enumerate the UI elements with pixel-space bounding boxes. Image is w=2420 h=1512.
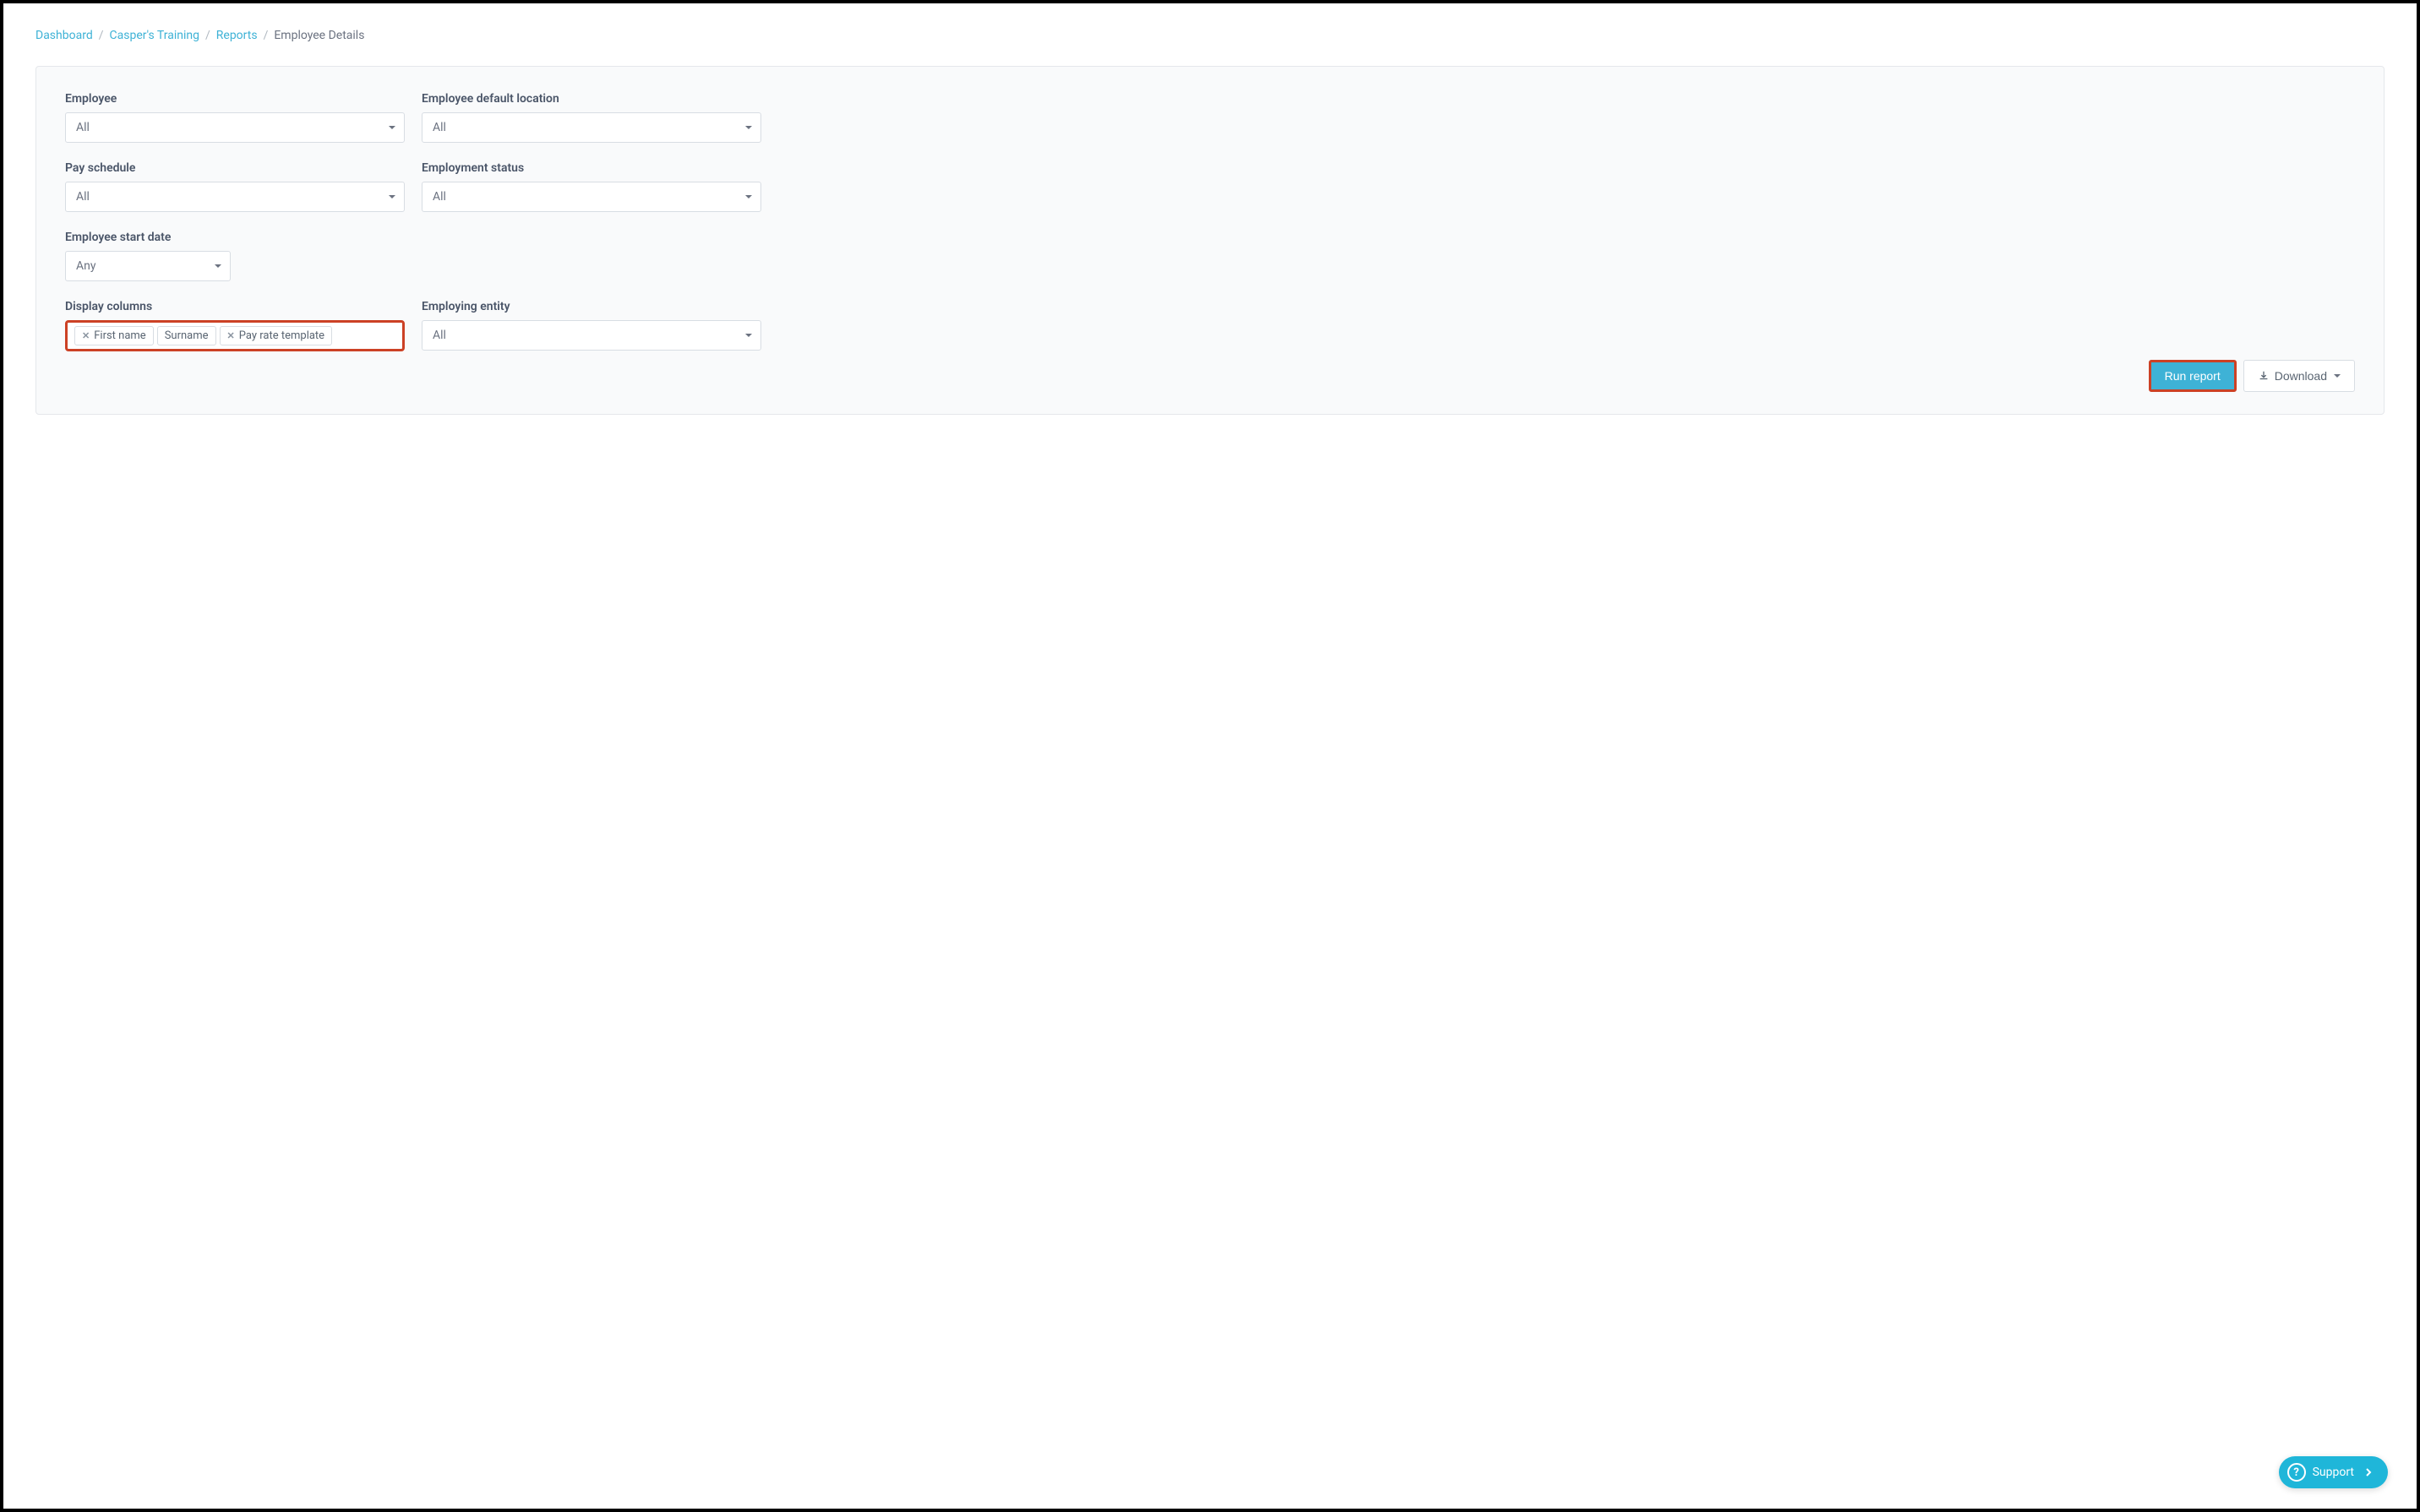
chevron-down-icon <box>389 126 395 129</box>
breadcrumb-reports[interactable]: Reports <box>216 29 258 42</box>
tag-pay-rate-template: ✕ Pay rate template <box>220 326 333 345</box>
filter-employment-status: Employment status All <box>422 161 761 212</box>
default-location-select-value: All <box>433 121 446 134</box>
remove-icon[interactable]: ✕ <box>82 330 90 341</box>
pay-schedule-select[interactable]: All <box>65 182 405 212</box>
breadcrumb-separator: / <box>264 29 269 42</box>
support-label: Support <box>2313 1466 2354 1479</box>
filter-default-location: Employee default location All <box>422 92 761 143</box>
employment-status-select-value: All <box>433 190 446 204</box>
display-columns-label: Display columns <box>65 300 405 313</box>
filter-panel: Employee All Employee default location A… <box>35 66 2385 415</box>
chevron-down-icon <box>745 334 752 337</box>
breadcrumb-caspers-training[interactable]: Casper's Training <box>110 29 199 42</box>
download-icon <box>2258 370 2270 382</box>
display-columns-multiselect[interactable]: ✕ First name Surname ✕ Pay rate template <box>65 320 405 351</box>
filter-row-3: Employee start date Any <box>65 231 2355 281</box>
breadcrumb-separator: / <box>205 29 210 42</box>
support-widget[interactable]: ? Support <box>2279 1456 2388 1488</box>
chevron-down-icon <box>745 195 752 199</box>
tag-surname: Surname <box>157 326 216 345</box>
tag-label: Pay rate template <box>239 329 324 342</box>
filter-employee: Employee All <box>65 92 405 143</box>
breadcrumb: Dashboard / Casper's Training / Reports … <box>35 29 2385 42</box>
filter-row-1: Employee All Employee default location A… <box>65 92 2355 143</box>
employing-entity-label: Employing entity <box>422 300 761 313</box>
start-date-select[interactable]: Any <box>65 251 231 281</box>
filter-employing-entity: Employing entity All <box>422 300 761 351</box>
help-icon: ? <box>2287 1463 2306 1482</box>
employment-status-select[interactable]: All <box>422 182 761 212</box>
action-button-row: Run report Download <box>65 360 2355 392</box>
employing-entity-select-value: All <box>433 329 446 342</box>
breadcrumb-current: Employee Details <box>274 29 364 42</box>
pay-schedule-select-value: All <box>76 190 90 204</box>
employee-select-value: All <box>76 121 90 134</box>
filter-display-columns: Display columns ✕ First name Surname ✕ P… <box>65 300 405 351</box>
filter-row-4: Display columns ✕ First name Surname ✕ P… <box>65 300 2355 351</box>
start-date-select-value: Any <box>76 259 96 273</box>
breadcrumb-separator: / <box>99 29 104 42</box>
employee-label: Employee <box>65 92 405 106</box>
filter-start-date: Employee start date Any <box>65 231 231 281</box>
chevron-down-icon <box>389 195 395 199</box>
tag-label: First name <box>94 329 145 342</box>
tag-first-name: ✕ First name <box>74 326 154 345</box>
chevron-down-icon <box>745 126 752 129</box>
start-date-label: Employee start date <box>65 231 231 244</box>
page-container: Dashboard / Casper's Training / Reports … <box>3 3 2417 440</box>
download-button-label: Download <box>2275 369 2327 383</box>
run-report-button[interactable]: Run report <box>2149 360 2237 392</box>
employee-select[interactable]: All <box>65 112 405 143</box>
filter-row-2: Pay schedule All Employment status All <box>65 161 2355 212</box>
filter-pay-schedule: Pay schedule All <box>65 161 405 212</box>
chevron-down-icon <box>215 264 221 268</box>
chevron-down-icon <box>2334 374 2341 378</box>
default-location-label: Employee default location <box>422 92 761 106</box>
chevron-right-icon <box>2361 1465 2376 1480</box>
tag-label: Surname <box>165 329 209 342</box>
remove-icon[interactable]: ✕ <box>227 330 235 341</box>
default-location-select[interactable]: All <box>422 112 761 143</box>
employment-status-label: Employment status <box>422 161 761 175</box>
download-button[interactable]: Download <box>2243 360 2355 392</box>
pay-schedule-label: Pay schedule <box>65 161 405 175</box>
employing-entity-select[interactable]: All <box>422 320 761 351</box>
breadcrumb-dashboard[interactable]: Dashboard <box>35 29 93 42</box>
